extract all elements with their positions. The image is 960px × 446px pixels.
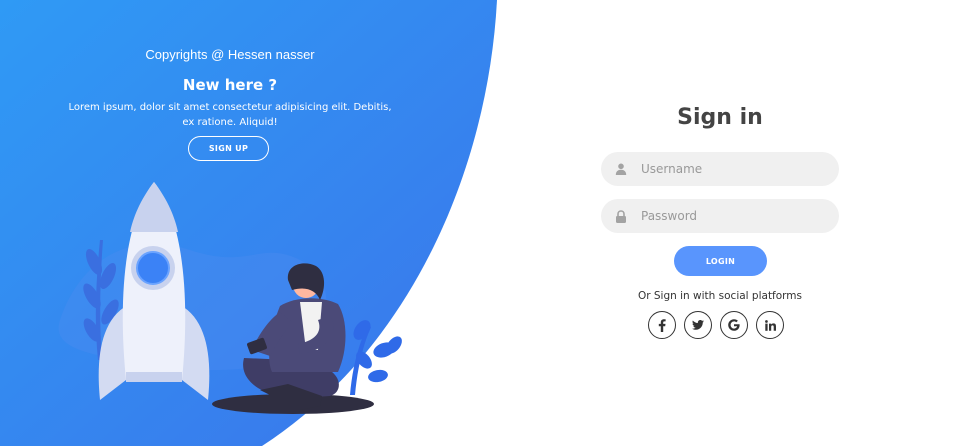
social-signin-text: Or Sign in with social platforms <box>637 290 803 302</box>
username-field[interactable] <box>601 152 839 186</box>
new-here-heading: New here ? <box>182 76 278 94</box>
social-icons-row <box>648 311 784 341</box>
linkedin-icon[interactable] <box>756 311 784 339</box>
copyright-text: Copyrights @ Hessen nasser <box>145 47 315 62</box>
password-input[interactable] <box>641 209 839 223</box>
lock-icon <box>601 199 641 233</box>
sign-up-button[interactable]: SIGN UP <box>188 136 269 161</box>
facebook-icon[interactable] <box>648 311 676 339</box>
panel-description: Lorem ipsum, dolor sit amet consectetur … <box>68 102 392 128</box>
left-panel: Copyrights @ Hessen nasser New here ? Lo… <box>0 0 460 446</box>
user-icon <box>601 152 641 186</box>
twitter-icon[interactable] <box>684 311 712 339</box>
sign-in-title: Sign in <box>677 105 763 130</box>
username-input[interactable] <box>641 162 839 176</box>
login-button[interactable]: LOGIN <box>674 246 767 276</box>
password-field[interactable] <box>601 199 839 233</box>
google-icon[interactable] <box>720 311 748 339</box>
sign-in-form: Sign in LOGIN Or Sign in with social pla… <box>560 0 880 446</box>
